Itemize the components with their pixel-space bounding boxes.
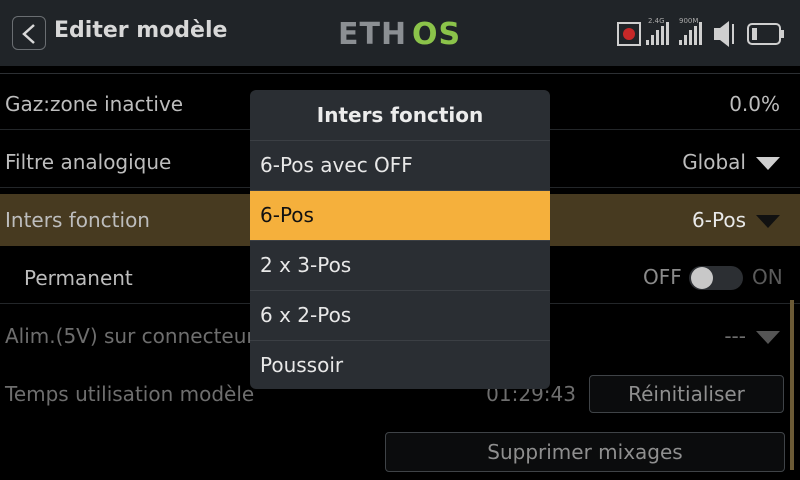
row-value[interactable]: 6-Pos xyxy=(692,208,780,232)
toggle-knob xyxy=(691,267,713,289)
scrollbar[interactable] xyxy=(790,300,794,470)
page-title: Editer modèle xyxy=(54,18,228,43)
svg-text:OS: OS xyxy=(412,18,461,48)
row-label: Temps utilisation modèle xyxy=(5,382,255,406)
row-value: 0.0% xyxy=(729,92,780,116)
chevron-left-icon xyxy=(22,24,35,44)
ethos-logo: ETH OS xyxy=(338,18,461,48)
row-label: Filtre analogique xyxy=(5,150,172,174)
status-icons: 2.4G 900M xyxy=(617,17,784,47)
svg-text:900M: 900M xyxy=(679,17,698,25)
top-bar: Editer modèle ETH OS 2.4G 900M xyxy=(0,0,800,66)
toggle-on-label: ON xyxy=(752,265,783,289)
toggle-off-label: OFF xyxy=(643,265,682,289)
option-6x2pos[interactable]: 6 x 2-Pos xyxy=(250,290,550,340)
row-value[interactable]: Global xyxy=(682,150,780,174)
option-2x3pos[interactable]: 2 x 3-Pos xyxy=(250,240,550,290)
row-label: Alim.(5V) sur connecteur xyxy=(5,324,255,348)
dropdown-arrow-icon xyxy=(756,331,780,344)
option-6pos[interactable]: 6-Pos xyxy=(250,190,550,240)
popup-title: Inters fonction xyxy=(316,103,484,127)
function-switches-popup: Inters fonction 6-Pos avec OFF 6-Pos 2 x… xyxy=(250,90,550,389)
option-6pos-with-off[interactable]: 6-Pos avec OFF xyxy=(250,140,550,190)
signal-900m-icon: 900M xyxy=(679,17,702,45)
dropdown-arrow-icon xyxy=(756,157,780,170)
svg-text:ETH: ETH xyxy=(338,18,407,48)
recording-icon xyxy=(617,22,641,46)
permanent-toggle[interactable] xyxy=(689,266,743,290)
row-label: Permanent xyxy=(24,266,133,290)
row-value[interactable]: --- xyxy=(724,324,780,348)
delete-mixes-button[interactable]: Supprimer mixages xyxy=(385,432,785,472)
reset-button[interactable]: Réinitialiser xyxy=(589,375,784,413)
option-pushbutton[interactable]: Poussoir xyxy=(250,340,550,389)
dropdown-arrow-icon xyxy=(756,215,780,228)
header-separator xyxy=(0,73,800,74)
svg-text:2.4G: 2.4G xyxy=(648,17,665,25)
battery-icon xyxy=(747,23,784,45)
volume-icon xyxy=(714,21,734,47)
row-label: Gaz:zone inactive xyxy=(5,92,184,116)
signal-2.4g-icon: 2.4G xyxy=(646,17,669,45)
back-button[interactable] xyxy=(12,16,46,50)
row-label: Inters fonction xyxy=(5,208,150,232)
